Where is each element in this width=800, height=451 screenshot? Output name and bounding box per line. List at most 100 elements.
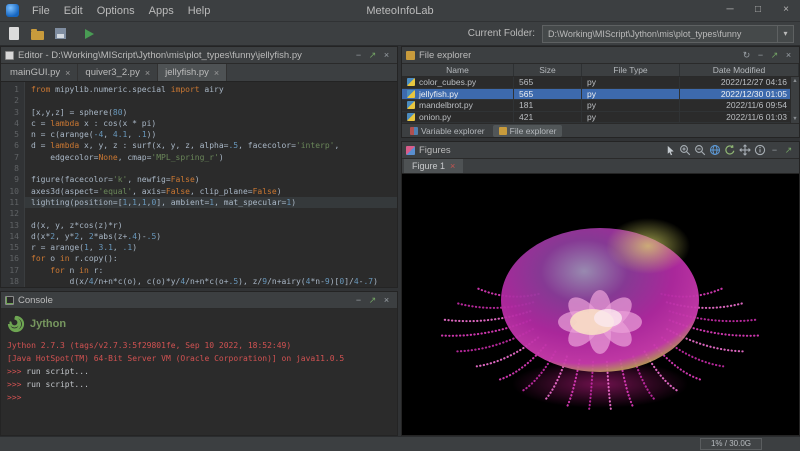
file-table-body: color_cubes.py565py2022/12/27 04:16jelly…: [402, 77, 799, 123]
close-panel-icon[interactable]: ×: [380, 48, 393, 63]
maximize-window-button[interactable]: □: [744, 0, 772, 22]
file-size-cell: 181: [514, 100, 582, 111]
vertical-scrollbar[interactable]: ▲ ▼: [790, 77, 799, 123]
file-row[interactable]: onion.py421py2022/11/6 01:03: [402, 112, 799, 124]
current-folder-combobox[interactable]: D:\Working\MIScript\Jython\mis\plot_type…: [542, 25, 794, 43]
editor-tab[interactable]: mainGUI.py×: [3, 64, 78, 81]
figures-panel-header: Figures: [402, 142, 799, 159]
file-explorer-header: File explorer ↻ − ↗ ×: [402, 47, 799, 64]
zoom-in-icon[interactable]: [678, 143, 692, 157]
file-type-cell: py: [582, 100, 680, 111]
float-panel-icon[interactable]: ↗: [782, 143, 795, 158]
line-number: 1: [1, 84, 19, 95]
tab-close-icon[interactable]: ×: [214, 68, 219, 78]
close-panel-icon[interactable]: ×: [782, 48, 795, 63]
close-panel-icon[interactable]: ×: [380, 293, 393, 308]
menu-file[interactable]: File: [25, 0, 57, 22]
file-row[interactable]: jellyfish.py565py2022/12/30 01:05: [402, 89, 799, 101]
scroll-up-icon[interactable]: ▲: [792, 78, 797, 84]
float-panel-icon[interactable]: ↗: [366, 293, 379, 308]
float-panel-icon[interactable]: ↗: [366, 48, 379, 63]
run-script-button[interactable]: [85, 29, 94, 39]
memory-indicator[interactable]: 1% / 30.0G: [700, 438, 762, 450]
minimize-window-button[interactable]: ─: [716, 0, 744, 22]
file-name-cell: mandelbrot.py: [402, 100, 514, 111]
py-file-icon: [407, 90, 415, 98]
menu-edit[interactable]: Edit: [57, 0, 90, 22]
code-line: axes3d(aspect='equal', axis=False, clip_…: [25, 186, 397, 197]
close-window-button[interactable]: ×: [772, 0, 800, 22]
select-cursor-icon[interactable]: [663, 143, 677, 157]
float-panel-icon[interactable]: ↗: [768, 48, 781, 63]
py-file-icon: [407, 78, 415, 86]
file-date-cell: 2022/12/30 01:05: [680, 89, 799, 100]
scroll-down-icon[interactable]: ▼: [792, 116, 797, 122]
console-line: >>> run script...: [7, 378, 391, 391]
jelly-core-highlight: [594, 309, 622, 327]
minimize-panel-icon[interactable]: −: [754, 48, 767, 63]
menu-help[interactable]: Help: [181, 0, 218, 22]
figure-tabs: Figure 1 ×: [402, 159, 799, 174]
editor-tab[interactable]: jellyfish.py×: [158, 64, 227, 81]
info-icon[interactable]: [753, 143, 767, 157]
menu-options[interactable]: Options: [90, 0, 142, 22]
globe-icon[interactable]: [708, 143, 722, 157]
line-number: 14: [1, 231, 19, 242]
editor-tab[interactable]: quiver3_2.py×: [78, 64, 158, 81]
code-line: d = lambda x, y, z : surf(x, y, z, alpha…: [25, 140, 397, 151]
tab-file-explorer[interactable]: File explorer: [493, 125, 563, 137]
console-line: >>>: [7, 391, 391, 404]
column-header-size[interactable]: Size: [514, 64, 582, 76]
minimize-panel-icon[interactable]: −: [352, 293, 365, 308]
zoom-out-icon[interactable]: [693, 143, 707, 157]
console-lines: Jython 2.7.3 (tags/v2.7.3:5f29801fe, Sep…: [7, 339, 391, 404]
line-number: 18: [1, 276, 19, 287]
open-file-button[interactable]: [29, 26, 45, 42]
refresh-icon[interactable]: ↻: [740, 48, 753, 63]
minimize-panel-icon[interactable]: −: [352, 48, 365, 63]
line-number: 5: [1, 129, 19, 140]
file-row[interactable]: mandelbrot.py181py2022/11/6 09:54: [402, 100, 799, 112]
column-header-name[interactable]: Name: [402, 64, 514, 76]
code-line: r = arange(1, 3.1, .1): [25, 242, 397, 253]
file-date-cell: 2022/12/27 04:16: [680, 77, 799, 88]
code-line: figure(facecolor='k', newfig=False): [25, 174, 397, 185]
code-lines: from mipylib.numeric.special import airy…: [25, 82, 397, 287]
code-editor[interactable]: 123456789101112131415161718 from mipylib…: [1, 82, 397, 287]
figure-tab-label: Figure 1: [412, 161, 445, 171]
file-row[interactable]: color_cubes.py565py2022/12/27 04:16: [402, 77, 799, 89]
main-area: Editor - D:\Working\MIScript\Jython\mis\…: [0, 46, 800, 436]
tab-close-icon[interactable]: ×: [65, 68, 70, 78]
tab-variable-explorer[interactable]: Variable explorer: [404, 125, 491, 137]
jython-logo: Jython: [7, 315, 391, 333]
figure-tab[interactable]: Figure 1 ×: [404, 159, 463, 173]
editor-panel-buttons: − ↗ ×: [352, 48, 393, 63]
console-output[interactable]: Jython Jython 2.7.3 (tags/v2.7.3:5f29801…: [1, 309, 397, 435]
pan-icon[interactable]: [738, 143, 752, 157]
tab-close-icon[interactable]: ×: [145, 68, 150, 78]
rotate-icon[interactable]: [723, 143, 737, 157]
file-type-cell: py: [582, 89, 680, 100]
jython-logo-label: Jython: [30, 318, 66, 330]
code-line: [25, 163, 397, 174]
line-number: 9: [1, 174, 19, 185]
file-explorer-buttons: ↻ − ↗ ×: [740, 48, 795, 63]
code-line: [x,y,z] = sphere(80): [25, 107, 397, 118]
chevron-down-icon[interactable]: ▾: [777, 26, 793, 42]
editor-panel-header: Editor - D:\Working\MIScript\Jython\mis\…: [1, 47, 397, 64]
meteoinfolab-window: FileEditOptionsAppsHelp MeteoInfoLab ─ □…: [0, 0, 800, 451]
file-explorer-title: File explorer: [419, 50, 471, 61]
variables-icon: [410, 127, 418, 135]
new-file-button[interactable]: [6, 26, 22, 42]
file-type-cell: py: [582, 112, 680, 123]
save-file-button[interactable]: [52, 26, 68, 42]
minimize-panel-icon[interactable]: −: [768, 143, 781, 158]
menu-apps[interactable]: Apps: [142, 0, 181, 22]
figures-panel: Figures: [401, 141, 800, 436]
jelly-highlight: [606, 218, 690, 274]
column-header-file-type[interactable]: File Type: [582, 64, 680, 76]
status-bar: 1% / 30.0G: [0, 436, 800, 451]
figure-canvas[interactable]: [402, 174, 799, 435]
column-header-date-modified[interactable]: Date Modified: [680, 64, 799, 76]
tab-close-icon[interactable]: ×: [450, 161, 455, 171]
